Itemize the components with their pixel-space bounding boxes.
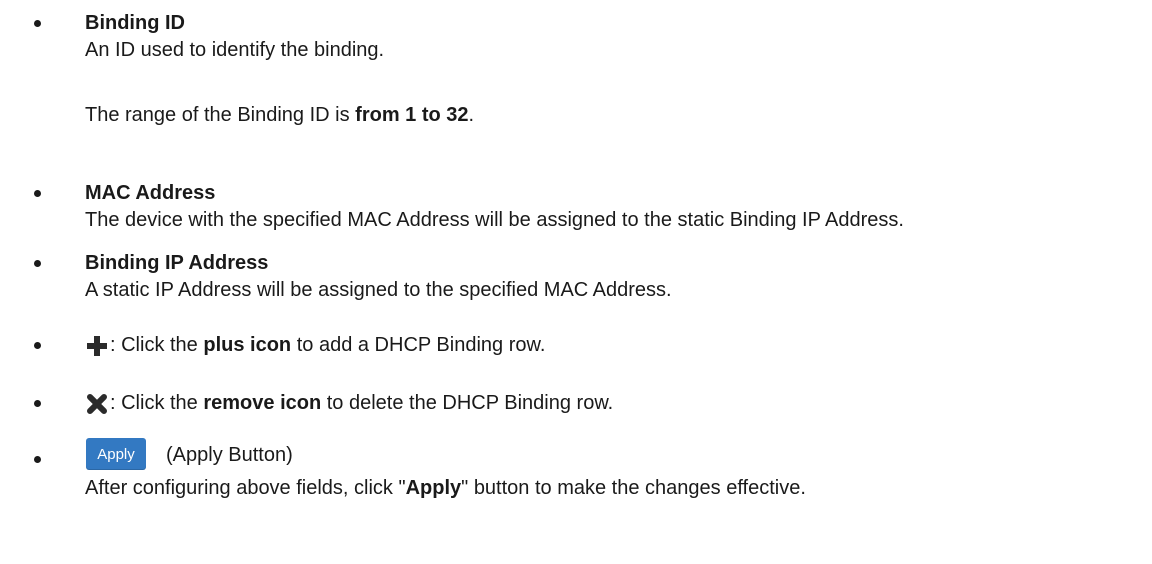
binding-id-range-suffix: . (468, 104, 475, 126)
bullet (34, 456, 41, 463)
bullet (34, 260, 41, 267)
apply-button[interactable]: Apply (86, 438, 146, 470)
binding-id-range-prefix: The range of the Binding ID is (85, 104, 356, 126)
apply-description: After configuring above fields, click "A… (85, 475, 1142, 502)
mac-address-section: MAC Address The device with the specifie… (85, 180, 1142, 234)
remove-description: : Click the remove icon to delete the DH… (110, 390, 613, 417)
apply-desc-prefix: After configuring above fields, click " (85, 477, 406, 499)
mac-address-description: The device with the specified MAC Addres… (85, 209, 904, 231)
plus-icon-label: plus icon (203, 334, 292, 356)
remove-icon-label: remove icon (203, 392, 322, 414)
binding-id-range: The range of the Binding ID is from 1 to… (85, 102, 1142, 129)
remove-prefix: : Click the (110, 392, 204, 414)
plus-suffix: to add a DHCP Binding row. (291, 334, 546, 356)
binding-ip-description: A static IP Address will be assigned to … (85, 279, 672, 301)
binding-id-range-value: from 1 to 32 (355, 104, 469, 126)
bullet (34, 20, 41, 27)
plus-prefix: : Click the (110, 334, 204, 356)
plus-icon (85, 334, 109, 358)
apply-desc-suffix: " button to make the changes effective. (461, 477, 806, 499)
bullet (34, 342, 41, 349)
bullet (34, 400, 41, 407)
bullet (34, 190, 41, 197)
mac-address-title: MAC Address (85, 182, 216, 204)
remove-suffix: to delete the DHCP Binding row. (321, 392, 614, 414)
binding-id-title: Binding ID (85, 12, 185, 34)
apply-desc-bold: Apply (405, 477, 462, 499)
binding-ip-section: Binding IP Address A static IP Address w… (85, 250, 1142, 304)
remove-icon (85, 392, 109, 416)
binding-ip-title: Binding IP Address (85, 252, 269, 274)
binding-id-description: An ID used to identify the binding. (85, 39, 385, 61)
apply-button-caption: (Apply Button) (166, 444, 293, 466)
plus-description: : Click the plus icon to add a DHCP Bind… (110, 332, 545, 359)
binding-id-section: Binding ID An ID used to identify the bi… (85, 10, 1142, 64)
